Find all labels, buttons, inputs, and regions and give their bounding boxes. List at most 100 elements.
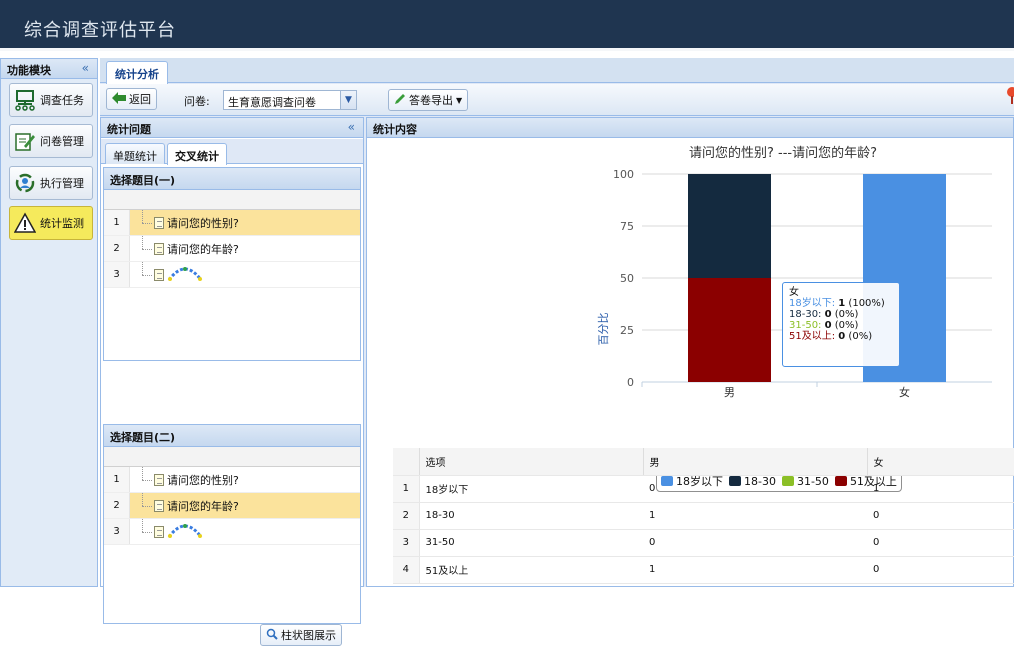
list-item[interactable]: 2 请问您的年龄? [104, 236, 360, 262]
bar-segment[interactable] [688, 278, 771, 382]
y-tick-label: 0 [627, 376, 634, 389]
content-panel-title: 统计内容 [373, 123, 417, 136]
table-row[interactable]: 4 51及以上 1 0 [393, 556, 1014, 584]
app-header: 综合调查评估平台 [0, 0, 1014, 51]
tooltip-series: 51及以上: [789, 331, 839, 342]
tooltip-pct: (0%) [845, 331, 873, 342]
stat-type-tabs: 单题统计 交叉统计 [101, 139, 363, 165]
module-panel-title: 功能模块 [7, 64, 51, 77]
table-cell: 1 [643, 502, 867, 530]
module-label: 调查任务 [40, 94, 84, 107]
tooltip-value: 0 [824, 320, 832, 331]
tab-single-stat[interactable]: 单题统计 [105, 143, 165, 164]
tooltip-pct: (0%) [831, 320, 859, 331]
table-cell: 0 [867, 529, 1014, 557]
table-row[interactable]: 3 31-50 0 0 [393, 529, 1014, 557]
tooltip-pct: (100%) [845, 298, 885, 309]
question-label: 请问您的性别? [167, 473, 239, 487]
collapse-icon[interactable]: « [348, 120, 355, 134]
content-panel-header: 统计内容 [367, 118, 1013, 138]
row-number: 3 [104, 519, 130, 544]
loading-arc-icon [167, 264, 203, 285]
survey-select[interactable]: 生育意愿调查问卷 ▼ [223, 90, 357, 110]
tooltip-line: 18-30: 0 (0%) [789, 309, 893, 320]
table-row[interactable]: 2 18-30 1 0 [393, 502, 1014, 530]
tooltip-line: 18岁以下: 1 (100%) [789, 298, 893, 309]
survey-select-value: 生育意愿调查问卷 [228, 96, 316, 109]
module-statistics[interactable]: 统计监测 [9, 206, 93, 240]
x-tick-label: 男 [724, 386, 735, 399]
document-icon [154, 525, 164, 538]
bar-chart: 请问您的性别? ---请问您的年龄? 百分比 0 25 50 75 100 男 女 [597, 145, 992, 399]
pin-icon[interactable] [1004, 86, 1014, 107]
chevron-down-icon: ▼ [340, 91, 356, 109]
app-title: 综合调查评估平台 [24, 20, 176, 41]
question-select-box-2: 选择题目(二) 1 请问您的性别? 2 请问您的年龄? 3 [103, 424, 361, 624]
question-label: 请问您的年龄? [167, 499, 239, 513]
module-panel: 功能模块 « 调查任务 问卷管理 执行管理 统计监测 [0, 58, 98, 587]
table-cell: 0 [643, 529, 867, 557]
content-panel: 统计内容 请问您的性别? ---请问您的年龄? 百分比 0 25 50 75 100 男… [366, 117, 1014, 587]
tab-cross-stat[interactable]: 交叉统计 [167, 143, 227, 165]
chart-title: 请问您的性别? ---请问您的年龄? [689, 145, 877, 161]
bar-chart-display-button[interactable]: 柱状图展示 [260, 624, 342, 646]
module-survey-task[interactable]: 调查任务 [9, 83, 93, 117]
y-tick-label: 75 [620, 220, 634, 233]
module-questionnaire[interactable]: 问卷管理 [9, 124, 93, 158]
tree-line [138, 519, 154, 544]
tooltip-series: 18-30: [789, 309, 825, 320]
dropdown-arrow-icon: ▼ [456, 95, 463, 105]
back-button[interactable]: 返回 [106, 88, 157, 110]
table-row[interactable]: 1 18岁以下 0 1 [393, 475, 1014, 503]
column-header: 女 [867, 448, 1014, 476]
collapse-icon[interactable]: « [82, 61, 89, 75]
list-item[interactable]: 2 请问您的年龄? [104, 493, 360, 519]
column-header [104, 190, 360, 210]
tooltip-title: 女 [789, 287, 799, 298]
row-number: 2 [104, 236, 130, 261]
table-cell: 1 [867, 475, 1014, 503]
bar-segment[interactable] [688, 174, 771, 278]
tab-statistics[interactable]: 统计分析 [106, 61, 168, 84]
task-icon [14, 89, 36, 111]
tree-line [138, 467, 154, 492]
list-item[interactable]: 1 请问您的性别? [104, 467, 360, 493]
module-execution[interactable]: 执行管理 [9, 166, 93, 200]
document-icon [154, 216, 164, 229]
back-label: 返回 [129, 93, 151, 106]
y-tick-label: 25 [620, 324, 634, 337]
warning-icon [14, 212, 36, 234]
tooltip-line: 51及以上: 0 (0%) [789, 331, 893, 342]
survey-label: 问卷: [184, 95, 210, 108]
table-cell: 31-50 [419, 529, 643, 557]
table-header-row: 选项 男 女 [393, 448, 1014, 476]
tooltip-series: 31-50: [789, 320, 825, 331]
magnifier-icon [266, 628, 278, 643]
export-label: 答卷导出 [409, 94, 453, 107]
pencil-icon [394, 93, 406, 108]
table-cell: 1 [643, 556, 867, 584]
list-item[interactable]: 1 请问您的性别? [104, 210, 360, 236]
question-label: 请问您的性别? [167, 216, 239, 230]
question-label: 请问您的年龄? [167, 242, 239, 256]
row-number: 1 [393, 475, 420, 503]
document-icon [154, 268, 164, 281]
bar-chart-button-label: 柱状图展示 [281, 629, 336, 642]
row-number: 2 [104, 493, 130, 518]
table-cell: 0 [643, 475, 867, 503]
tree-line [138, 236, 154, 261]
row-number: 2 [393, 502, 420, 530]
export-button[interactable]: 答卷导出 ▼ [388, 89, 469, 111]
loading-arc-icon [167, 521, 203, 542]
edit-icon [14, 130, 36, 152]
list-item[interactable]: 3 [104, 262, 360, 288]
table-cell: 18岁以下 [419, 475, 643, 503]
y-tick-label: 50 [620, 272, 634, 285]
box-title: 选择题目(一) [104, 168, 360, 190]
table-cell: 0 [867, 556, 1014, 584]
tooltip-value: 0 [824, 309, 832, 320]
tree-line [138, 210, 154, 235]
refresh-icon [14, 172, 36, 194]
row-number: 3 [104, 262, 130, 287]
list-item[interactable]: 3 [104, 519, 360, 545]
